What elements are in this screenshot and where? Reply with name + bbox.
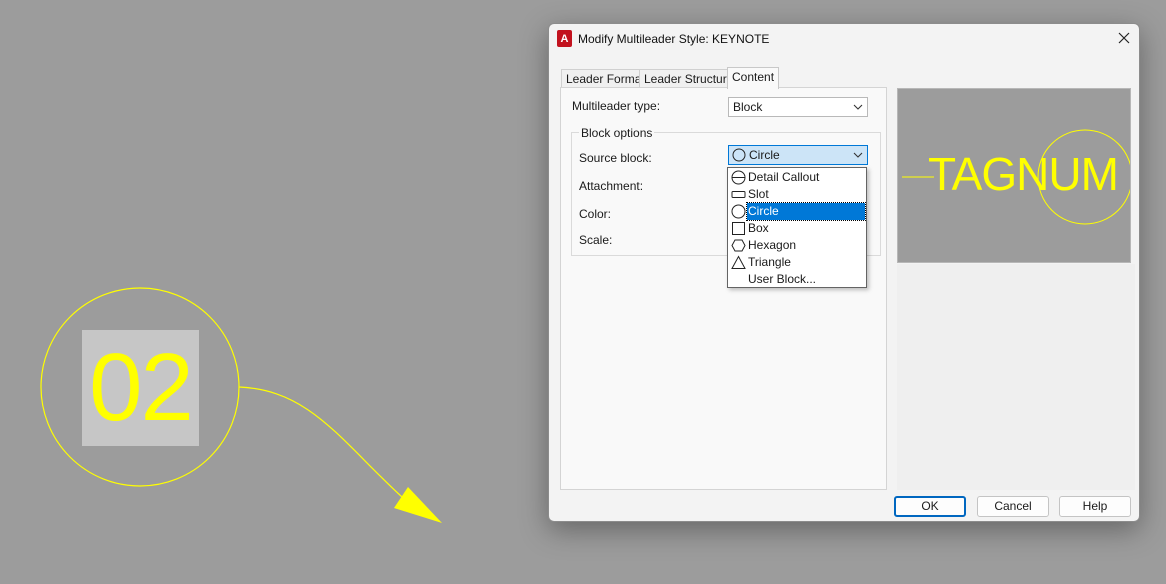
cancel-button[interactable]: Cancel: [977, 496, 1049, 517]
option-label: Slot: [748, 187, 769, 201]
option-label: Triangle: [748, 255, 791, 269]
source-block-select[interactable]: Circle: [728, 145, 868, 165]
tab-leader-format[interactable]: Leader Format: [561, 69, 650, 88]
option-label: User Block...: [748, 272, 817, 286]
source-block-label: Source block:: [579, 151, 652, 165]
option-slot[interactable]: Slot: [729, 186, 865, 203]
option-triangle[interactable]: Triangle: [729, 254, 865, 271]
modify-multileader-style-dialog: A Modify Multileader Style: KEYNOTE Lead…: [548, 23, 1140, 522]
source-block-dropdown: Detail Callout Slot Circle Box Hexagon T…: [727, 167, 867, 288]
leader-arrowhead: [394, 487, 442, 523]
multileader-type-select[interactable]: Block: [728, 97, 868, 117]
color-label: Color:: [579, 207, 612, 221]
leader-line: [238, 386, 403, 498]
option-circle[interactable]: Circle: [729, 202, 866, 221]
multileader-type-label: Multileader type:: [572, 99, 661, 113]
attachment-label: Attachment:: [579, 179, 644, 193]
box-icon: [732, 222, 745, 235]
preview-tag-text: TAGNUM: [928, 148, 1119, 200]
tab-content[interactable]: Content: [727, 67, 780, 89]
source-block-value: Circle: [749, 148, 780, 162]
close-button[interactable]: [1109, 24, 1139, 52]
option-box[interactable]: Box: [729, 220, 865, 237]
tab-leader-structure[interactable]: Leader Structure: [639, 69, 739, 88]
style-preview: TAGNUM: [897, 88, 1131, 263]
multileader-type-value: Block: [733, 100, 763, 114]
option-hexagon[interactable]: Hexagon: [729, 237, 865, 254]
option-detail-callout[interactable]: Detail Callout: [729, 169, 865, 186]
option-user-block[interactable]: User Block...: [729, 271, 865, 288]
close-icon: [1118, 32, 1130, 44]
circle-icon: [731, 204, 746, 219]
dialog-title: Modify Multileader Style: KEYNOTE: [578, 32, 770, 46]
option-label: Detail Callout: [748, 170, 820, 184]
circle-icon: [732, 148, 746, 162]
content-tab-panel: Multileader type: Block Block options So…: [560, 87, 887, 490]
keynote-tag-number: 02: [89, 334, 194, 441]
option-label: Hexagon: [748, 238, 797, 252]
hexagon-icon: [731, 239, 746, 252]
title-bar[interactable]: A Modify Multileader Style: KEYNOTE: [549, 24, 1139, 54]
block-options-label: Block options: [579, 126, 655, 140]
option-label: Box: [748, 221, 769, 235]
option-label: Circle: [746, 202, 866, 221]
preview-area-blank: [897, 264, 1135, 490]
slot-icon: [731, 191, 746, 198]
scale-label: Scale:: [579, 233, 613, 247]
chevron-down-icon: [853, 152, 863, 158]
detail-callout-icon: [731, 170, 746, 185]
triangle-icon: [731, 255, 746, 269]
help-button[interactable]: Help: [1059, 496, 1131, 517]
chevron-down-icon: [853, 104, 863, 110]
autocad-icon: A: [557, 30, 572, 47]
ok-button[interactable]: OK: [894, 496, 966, 517]
